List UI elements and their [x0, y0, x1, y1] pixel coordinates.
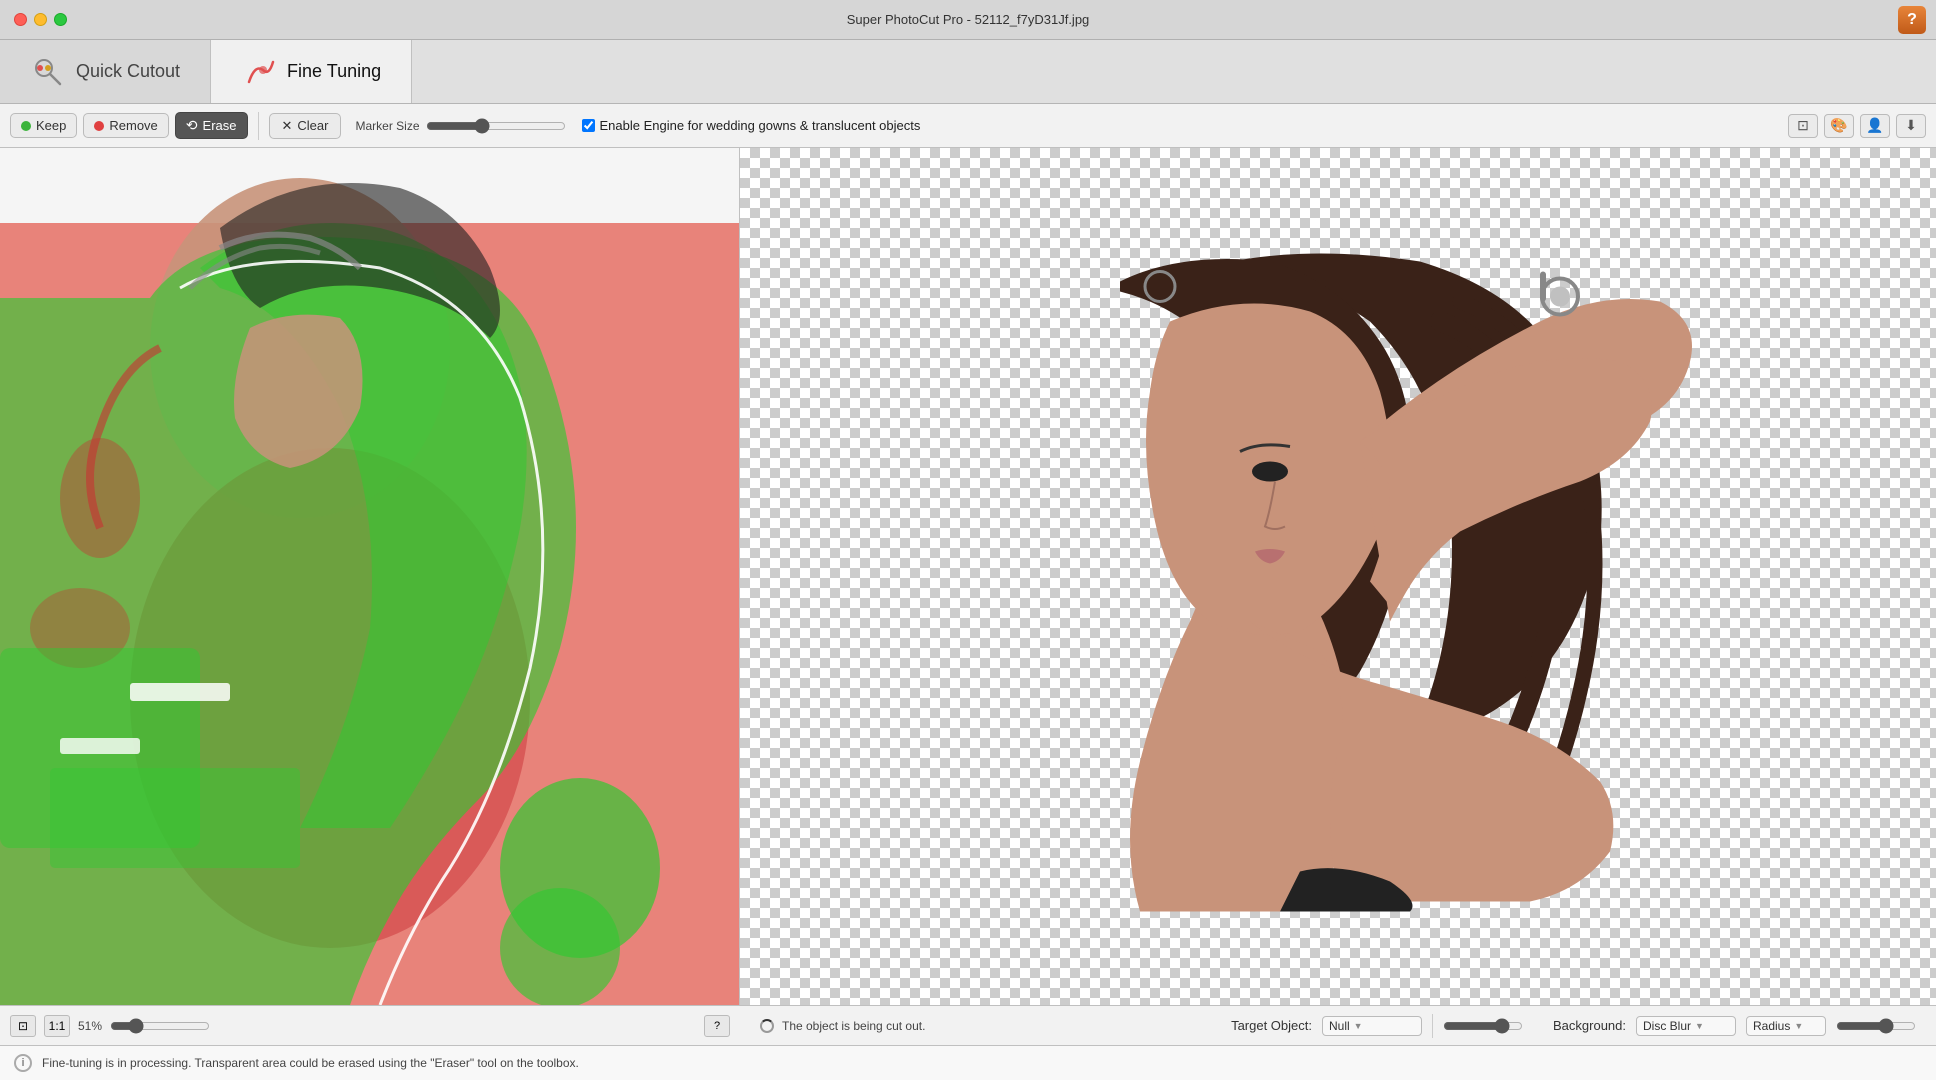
keep-dot [21, 121, 31, 131]
engine-checkbox-container[interactable]: Enable Engine for wedding gowns & transl… [582, 118, 921, 133]
maximize-button[interactable] [54, 13, 67, 26]
zoom-slider[interactable] [110, 1018, 210, 1034]
person-view-button[interactable]: 👤 [1860, 114, 1890, 138]
tab-quick-cutout-label: Quick Cutout [76, 61, 180, 82]
traffic-lights [14, 13, 67, 26]
window-title: Super PhotoCut Pro - 52112_f7yD31Jf.jpg [847, 12, 1090, 27]
zoom-controls: ⊡ 1:1 51% ? [0, 1005, 740, 1045]
radius-arrow: ▼ [1794, 1021, 1803, 1031]
right-panel [740, 148, 1936, 1005]
clear-icon: ✕ [282, 118, 293, 134]
processing-status: The object is being cut out. [760, 1019, 925, 1033]
remove-button[interactable]: Remove [83, 113, 168, 138]
background-select[interactable]: Disc Blur ▼ [1636, 1016, 1736, 1036]
target-object-slider[interactable] [1443, 1018, 1523, 1034]
tab-quick-cutout[interactable]: Quick Cutout [0, 40, 211, 103]
export-button[interactable]: ⬇ [1896, 114, 1926, 138]
tab-fine-tuning[interactable]: Fine Tuning [211, 40, 412, 103]
color-view-button[interactable]: 🎨 [1824, 114, 1854, 138]
tab-fine-tuning-label: Fine Tuning [287, 61, 381, 82]
marker-size-slider[interactable] [426, 118, 566, 134]
left-image-svg [0, 148, 740, 1005]
fit-view-button[interactable]: ⊡ [1788, 114, 1818, 138]
minimize-button[interactable] [34, 13, 47, 26]
param-divider-1 [1432, 1014, 1433, 1038]
info-icon: i [14, 1054, 32, 1072]
left-panel [0, 148, 740, 1005]
radius-select[interactable]: Radius ▼ [1746, 1016, 1826, 1036]
erase-button[interactable]: ⟲ Erase [175, 112, 248, 139]
background-label: Background: [1553, 1018, 1626, 1033]
reset-zoom-button[interactable]: 1:1 [44, 1015, 70, 1037]
remove-label: Remove [109, 118, 157, 133]
target-object-select[interactable]: Null ▼ [1322, 1016, 1422, 1036]
processing-label: The object is being cut out. [782, 1019, 925, 1033]
help-tool-button[interactable]: ? [704, 1015, 730, 1037]
erase-label: Erase [203, 118, 237, 133]
target-object-arrow: ▼ [1354, 1021, 1363, 1031]
zoom-percent: 51% [78, 1019, 102, 1033]
clear-button[interactable]: ✕ Clear [269, 113, 342, 139]
processing-spinner [760, 1019, 774, 1033]
quick-cutout-icon [30, 54, 66, 90]
fine-tuning-icon [241, 54, 277, 90]
bottom-controls: ⊡ 1:1 51% ? The object is being cut out.… [0, 1005, 1936, 1045]
help-button[interactable]: ? [1898, 6, 1926, 34]
main-content [0, 148, 1936, 1005]
target-object-value: Null [1329, 1019, 1350, 1033]
background-row: Background: Disc Blur ▼ Radius ▼ [1553, 1016, 1916, 1036]
engine-label: Enable Engine for wedding gowns & transl… [600, 118, 921, 133]
marker-size-slider-container [426, 118, 566, 134]
left-canvas[interactable] [0, 148, 739, 1005]
background-value: Disc Blur [1643, 1019, 1691, 1033]
keep-label: Keep [36, 118, 66, 133]
toolbar: Keep Remove ⟲ Erase ✕ Clear Marker Size … [0, 104, 1936, 148]
right-image-svg [740, 148, 1936, 1005]
right-params: The object is being cut out. Target Obje… [740, 1005, 1936, 1045]
target-object-row: Target Object: Null ▼ [1231, 1014, 1523, 1038]
toolbar-right: ⊡ 🎨 👤 ⬇ [1788, 114, 1926, 138]
marker-size-label: Marker Size [355, 119, 419, 133]
target-object-label: Target Object: [1231, 1018, 1312, 1033]
status-text: Fine-tuning is in processing. Transparen… [42, 1056, 579, 1070]
divider-1 [258, 112, 259, 140]
fit-zoom-button[interactable]: ⊡ [10, 1015, 36, 1037]
tabbar: Quick Cutout Fine Tuning [0, 40, 1936, 104]
titlebar: Super PhotoCut Pro - 52112_f7yD31Jf.jpg … [0, 0, 1936, 40]
clear-label: Clear [297, 118, 328, 133]
engine-checkbox[interactable] [582, 119, 595, 132]
radius-label: Radius [1753, 1019, 1790, 1033]
radius-slider[interactable] [1836, 1018, 1916, 1034]
background-arrow: ▼ [1695, 1021, 1704, 1031]
keep-button[interactable]: Keep [10, 113, 77, 138]
erase-icon: ⟲ [186, 117, 198, 134]
right-canvas[interactable] [740, 148, 1936, 1005]
statusbar: i Fine-tuning is in processing. Transpar… [0, 1045, 1936, 1080]
close-button[interactable] [14, 13, 27, 26]
remove-dot [94, 121, 104, 131]
